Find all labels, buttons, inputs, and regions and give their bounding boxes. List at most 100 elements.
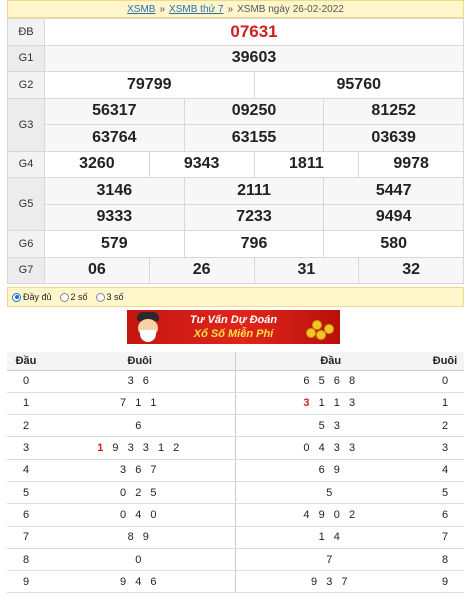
prize-label: G4 xyxy=(7,150,45,178)
table-row: 60 4 04 9 0 26 xyxy=(7,503,464,527)
prize-label: G2 xyxy=(7,71,45,99)
row-head: 7 xyxy=(7,526,45,549)
table-row: 265 32 xyxy=(7,414,464,438)
prize-label: G1 xyxy=(7,44,45,72)
row-head: 5 xyxy=(7,481,45,505)
prize-value: 81252 xyxy=(371,102,416,120)
col-header-head: Đầu xyxy=(7,352,45,371)
option-full[interactable]: Đầy đủ xyxy=(12,292,52,302)
row-tail-digits: 7 1 1 xyxy=(45,392,235,416)
row-head: 6 xyxy=(7,503,45,527)
option-label: 3 số xyxy=(106,292,124,302)
row-tail-digits: 0 4 0 xyxy=(45,503,235,527)
table-row: 03 66 5 6 80 xyxy=(7,370,464,393)
row-tail-digits: 9 4 6 xyxy=(45,570,235,594)
option-3-digits[interactable]: 3 số xyxy=(95,292,124,302)
prize-value: 580 xyxy=(380,234,408,252)
radio-selected-icon[interactable] xyxy=(12,292,21,302)
prize-label: G6 xyxy=(7,230,45,258)
prize-value: 9333 xyxy=(45,204,185,230)
prize-value: 1811 xyxy=(255,151,360,177)
banner-subtitle: Xổ Số Miễn Phí xyxy=(193,328,274,340)
prize-value: 09250 xyxy=(185,98,325,124)
col-header-head: Đầu xyxy=(234,352,426,371)
loto-header-row: Đầu Đuôi Đầu Đuôi xyxy=(7,352,464,371)
prize-value: 9978 xyxy=(393,155,429,173)
table-row: 31 9 3 3 1 20 4 3 33 xyxy=(7,436,464,460)
option-2-digits[interactable]: 2 số xyxy=(59,292,88,302)
prize-value: 39603 xyxy=(44,44,464,72)
breadcrumb-link-xsmb-thu7[interactable]: XSMB thứ 7 xyxy=(169,4,224,15)
row-rev-tail: 0 xyxy=(426,370,464,393)
prize-label: G3 xyxy=(7,97,45,152)
row-rev-tail: 9 xyxy=(426,570,464,594)
prize-label: G7 xyxy=(7,256,45,284)
prize-value: 63155 xyxy=(185,125,325,151)
row-rev-head-digits: 9 3 7 xyxy=(234,570,426,594)
coins-icon xyxy=(300,310,340,344)
prize-row-g5-2: 9333 7233 9494 xyxy=(8,203,464,231)
prize-value: 06 xyxy=(45,257,150,283)
row-rev-tail: 6 xyxy=(426,503,464,527)
digits-rest: 1 1 3 xyxy=(312,397,359,410)
col-header-tail: Đuôi xyxy=(45,352,235,371)
row-rev-head-digits: 0 4 3 3 xyxy=(234,436,426,460)
prize-label: G5 xyxy=(7,177,45,231)
row-head: 2 xyxy=(7,414,45,438)
prize-value: 5447 xyxy=(375,181,412,199)
breadcrumb-link-xsmb[interactable]: XSMB xyxy=(127,4,155,15)
breadcrumb-current: XSMB ngày 26-02-2022 xyxy=(237,3,344,15)
prize-value: 31 xyxy=(255,257,360,283)
prize-row-g7: G7 06 26 31 32 xyxy=(7,256,464,284)
row-head: 4 xyxy=(7,459,45,482)
prize-row-g4: G4 3260 9343 1811 9978 xyxy=(7,150,464,178)
row-rev-head-digits: 7 xyxy=(234,548,426,572)
radio-icon[interactable] xyxy=(95,292,105,302)
special-prize-value: 07631 xyxy=(44,18,464,46)
row-tail-digits: 8 9 xyxy=(45,526,235,549)
prize-value: 796 xyxy=(185,231,325,257)
prize-value: 3146 xyxy=(45,178,185,204)
promo-banner[interactable]: Tư Vấn Dự Đoán Xổ Số Miễn Phí xyxy=(127,310,340,344)
prize-label: ĐB xyxy=(7,18,45,46)
row-rev-head-digits: 5 xyxy=(234,481,426,505)
row-head: 8 xyxy=(7,548,45,572)
prize-value: 63764 xyxy=(45,125,185,151)
prize-row-g3: G3 56317 09250 81252 xyxy=(7,97,464,152)
prize-value: 3260 xyxy=(45,151,150,177)
prize-value: 56317 xyxy=(45,98,185,124)
breadcrumb: XSMB » XSMB thứ 7 » XSMB ngày 26-02-2022 xyxy=(7,0,464,18)
row-head: 1 xyxy=(7,392,45,416)
prize-value: 579 xyxy=(45,231,185,257)
row-head: 3 xyxy=(7,436,45,460)
prize-value: 03639 xyxy=(371,128,416,146)
prize-value: 9494 xyxy=(375,208,412,226)
row-tail-digits: 3 6 xyxy=(45,370,235,393)
table-row: 17 1 13 1 1 31 xyxy=(7,392,464,416)
prize-value: 79799 xyxy=(45,72,255,98)
table-row: 8078 xyxy=(7,548,464,572)
row-tail-digits: 6 xyxy=(45,414,235,438)
row-rev-tail: 7 xyxy=(426,526,464,549)
breadcrumb-separator: » xyxy=(227,3,234,15)
row-rev-tail: 5 xyxy=(426,481,464,505)
row-rev-tail: 1 xyxy=(426,392,464,416)
loto-table: Đầu Đuôi Đầu Đuôi 03 66 5 6 8017 1 13 1 … xyxy=(7,352,464,594)
radio-icon[interactable] xyxy=(59,292,69,302)
table-row: 43 6 76 94 xyxy=(7,459,464,482)
prize-value: 7233 xyxy=(185,204,325,230)
display-options: Đầy đủ 2 số 3 số xyxy=(7,287,464,307)
digits-rest: 9 3 3 1 2 xyxy=(106,442,183,455)
prize-row-g6: G6 579 796 580 xyxy=(7,230,464,258)
row-rev-head-digits: 6 5 6 8 xyxy=(234,370,426,393)
row-rev-head-digits: 3 1 1 3 xyxy=(234,392,426,416)
prize-value: 32 xyxy=(402,261,421,279)
table-row: 50 2 555 xyxy=(7,481,464,505)
row-head: 9 xyxy=(7,570,45,594)
prize-row-g5: G5 3146 2111 5447 xyxy=(7,177,464,231)
prize-row-db: ĐB 07631 xyxy=(7,18,464,46)
row-rev-head-digits: 1 4 xyxy=(234,526,426,549)
table-row: 78 91 47 xyxy=(7,526,464,549)
row-tail-digits: 3 6 7 xyxy=(45,459,235,482)
row-rev-head-digits: 6 9 xyxy=(234,459,426,482)
